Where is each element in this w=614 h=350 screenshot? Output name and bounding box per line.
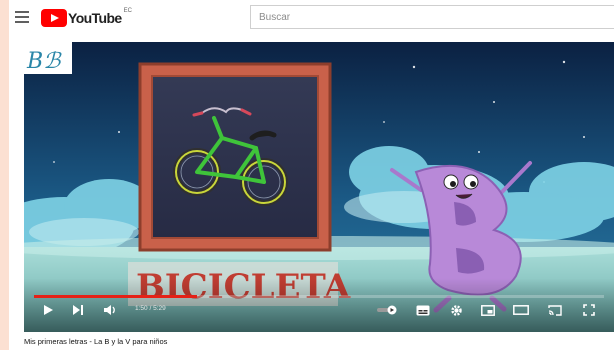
fullscreen-button[interactable] [578, 300, 600, 320]
play-icon [44, 305, 53, 315]
theater-mode-button[interactable] [509, 300, 533, 320]
masthead: YouTube EC [9, 0, 614, 36]
youtube-logo-icon [41, 9, 67, 27]
search-box [250, 5, 614, 29]
menu-icon[interactable] [15, 11, 29, 23]
play-button[interactable] [38, 300, 58, 320]
settings-button[interactable] [445, 300, 467, 320]
time-display: 1:50 / 5:29 [135, 305, 166, 312]
miniplayer-icon [481, 304, 495, 316]
search-input[interactable] [251, 6, 614, 28]
settings-icon [450, 304, 462, 316]
video-player[interactable]: Bℬ 1:50 / 5:29 [24, 42, 614, 332]
subtitles-icon [416, 305, 430, 315]
fullscreen-icon [583, 304, 595, 316]
youtube-logo[interactable]: YouTube EC [41, 8, 132, 27]
volume-icon [104, 305, 115, 315]
autoplay-toggle-icon [377, 305, 397, 315]
corner-caption: Bℬ [26, 49, 62, 74]
video-frame: Bℬ [24, 42, 614, 332]
logo-country: EC [123, 8, 132, 14]
picture-frame [138, 62, 332, 252]
logo-text: YouTube [68, 10, 122, 26]
next-button[interactable] [68, 300, 88, 320]
theater-icon [513, 305, 529, 315]
volume-button[interactable] [100, 300, 120, 320]
autoplay-toggle[interactable] [374, 300, 400, 320]
progress-bar[interactable] [34, 295, 604, 298]
subtitles-button[interactable] [412, 300, 434, 320]
cast-button[interactable] [544, 300, 566, 320]
next-icon [73, 305, 83, 315]
miniplayer-button[interactable] [477, 300, 499, 320]
progress-fill [34, 295, 198, 298]
cast-icon [548, 304, 562, 316]
video-title[interactable]: Mis primeras letras - La B y la V para n… [24, 337, 167, 346]
